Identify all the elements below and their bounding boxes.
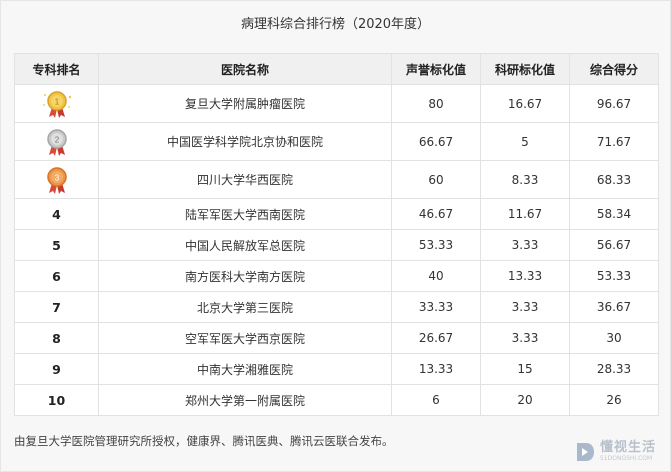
reputation-value: 66.67 bbox=[391, 122, 481, 161]
table-row: 9 中南大学湘雅医院 13.33 15 28.33 bbox=[14, 353, 659, 385]
reputation-value: 60 bbox=[391, 160, 481, 199]
table-row: 5 中国人民解放军总医院 53.33 3.33 56.67 bbox=[14, 229, 659, 261]
rank-number: 4 bbox=[14, 198, 99, 230]
score-value: 71.67 bbox=[569, 122, 659, 161]
score-value: 58.34 bbox=[569, 198, 659, 230]
svg-text:2: 2 bbox=[54, 135, 59, 144]
rank-number: 5 bbox=[14, 229, 99, 261]
research-value: 3.33 bbox=[480, 322, 570, 354]
research-value: 5 bbox=[480, 122, 570, 161]
research-value: 16.67 bbox=[480, 84, 570, 123]
hospital-name: 中国医学科学院北京协和医院 bbox=[98, 122, 392, 161]
rank-number: 9 bbox=[14, 353, 99, 385]
reputation-value: 46.67 bbox=[391, 198, 481, 230]
gold-medal-icon: 1 bbox=[42, 90, 71, 118]
table-row: 4 陆军军医大学西南医院 46.67 11.67 58.34 bbox=[14, 198, 659, 230]
table-row: 7 北京大学第三医院 33.33 3.33 36.67 bbox=[14, 291, 659, 323]
reputation-value: 13.33 bbox=[391, 353, 481, 385]
score-value: 68.33 bbox=[569, 160, 659, 199]
brand-watermark: 懂视生活 51DONGSHI.COM bbox=[574, 441, 656, 463]
score-value: 96.67 bbox=[569, 84, 659, 123]
rank-number: 10 bbox=[14, 384, 99, 416]
score-value: 53.33 bbox=[569, 260, 659, 292]
rank-cell: 2 bbox=[14, 122, 99, 161]
brand-logo-icon bbox=[576, 443, 594, 461]
ranking-table: 专科排名 医院名称 声誉标化值 科研标化值 综合得分 1 复旦大学附属肿瘤医院 … bbox=[14, 53, 659, 416]
hospital-name: 四川大学华西医院 bbox=[98, 160, 392, 199]
brand-name: 懂视生活 bbox=[599, 440, 656, 455]
score-value: 26 bbox=[569, 384, 659, 416]
hospital-name: 南方医科大学南方医院 bbox=[98, 260, 392, 292]
score-value: 30 bbox=[569, 322, 659, 354]
table-row: 10 郑州大学第一附属医院 6 20 26 bbox=[14, 384, 659, 416]
header-research: 科研标化值 bbox=[480, 53, 570, 85]
bronze-medal-icon: 3 bbox=[46, 166, 67, 194]
hospital-name: 中南大学湘雅医院 bbox=[98, 353, 392, 385]
research-value: 3.33 bbox=[480, 229, 570, 261]
header-hospital: 医院名称 bbox=[98, 53, 392, 85]
source-note: 由复旦大学医院管理研究所授权，健康界、腾讯医典、腾讯云医联合发布。 bbox=[14, 434, 394, 448]
svg-text:1: 1 bbox=[54, 97, 59, 106]
hospital-name: 空军军医大学西京医院 bbox=[98, 322, 392, 354]
header-score: 综合得分 bbox=[569, 53, 659, 85]
reputation-value: 40 bbox=[391, 260, 481, 292]
reputation-value: 6 bbox=[391, 384, 481, 416]
research-value: 8.33 bbox=[480, 160, 570, 199]
research-value: 11.67 bbox=[480, 198, 570, 230]
silver-medal-icon: 2 bbox=[46, 128, 67, 156]
reputation-value: 26.67 bbox=[391, 322, 481, 354]
table-row: 2 中国医学科学院北京协和医院 66.67 5 71.67 bbox=[14, 122, 659, 161]
hospital-name: 陆军军医大学西南医院 bbox=[98, 198, 392, 230]
score-value: 28.33 bbox=[569, 353, 659, 385]
hospital-name: 中国人民解放军总医院 bbox=[98, 229, 392, 261]
research-value: 20 bbox=[480, 384, 570, 416]
reputation-value: 33.33 bbox=[391, 291, 481, 323]
score-value: 56.67 bbox=[569, 229, 659, 261]
brand-url: 51DONGSHI.COM bbox=[599, 455, 653, 462]
table-row: 3 四川大学华西医院 60 8.33 68.33 bbox=[14, 160, 659, 199]
rank-number: 7 bbox=[14, 291, 99, 323]
page-title: 病理科综合排行榜（2020年度） bbox=[240, 17, 431, 32]
table-row: 8 空军军医大学西京医院 26.67 3.33 30 bbox=[14, 322, 659, 354]
reputation-value: 80 bbox=[391, 84, 481, 123]
research-value: 15 bbox=[480, 353, 570, 385]
hospital-name: 北京大学第三医院 bbox=[98, 291, 392, 323]
header-reputation: 声誉标化值 bbox=[391, 53, 481, 85]
rank-cell: 3 bbox=[14, 160, 99, 199]
rank-cell: 1 bbox=[14, 84, 99, 123]
research-value: 13.33 bbox=[480, 260, 570, 292]
rank-number: 8 bbox=[14, 322, 99, 354]
hospital-name: 郑州大学第一附属医院 bbox=[98, 384, 392, 416]
score-value: 36.67 bbox=[569, 291, 659, 323]
hospital-name: 复旦大学附属肿瘤医院 bbox=[98, 84, 392, 123]
header-rank: 专科排名 bbox=[14, 53, 99, 85]
ranking-card: 病理科综合排行榜（2020年度） 专科排名 医院名称 声誉标化值 科研标化值 综… bbox=[0, 0, 671, 472]
reputation-value: 53.33 bbox=[391, 229, 481, 261]
research-value: 3.33 bbox=[480, 291, 570, 323]
table-header-row: 专科排名 医院名称 声誉标化值 科研标化值 综合得分 bbox=[14, 53, 659, 85]
rank-number: 6 bbox=[14, 260, 99, 292]
table-row: 1 复旦大学附属肿瘤医院 80 16.67 96.67 bbox=[14, 84, 659, 123]
svg-text:3: 3 bbox=[54, 173, 59, 182]
table-row: 6 南方医科大学南方医院 40 13.33 53.33 bbox=[14, 260, 659, 292]
